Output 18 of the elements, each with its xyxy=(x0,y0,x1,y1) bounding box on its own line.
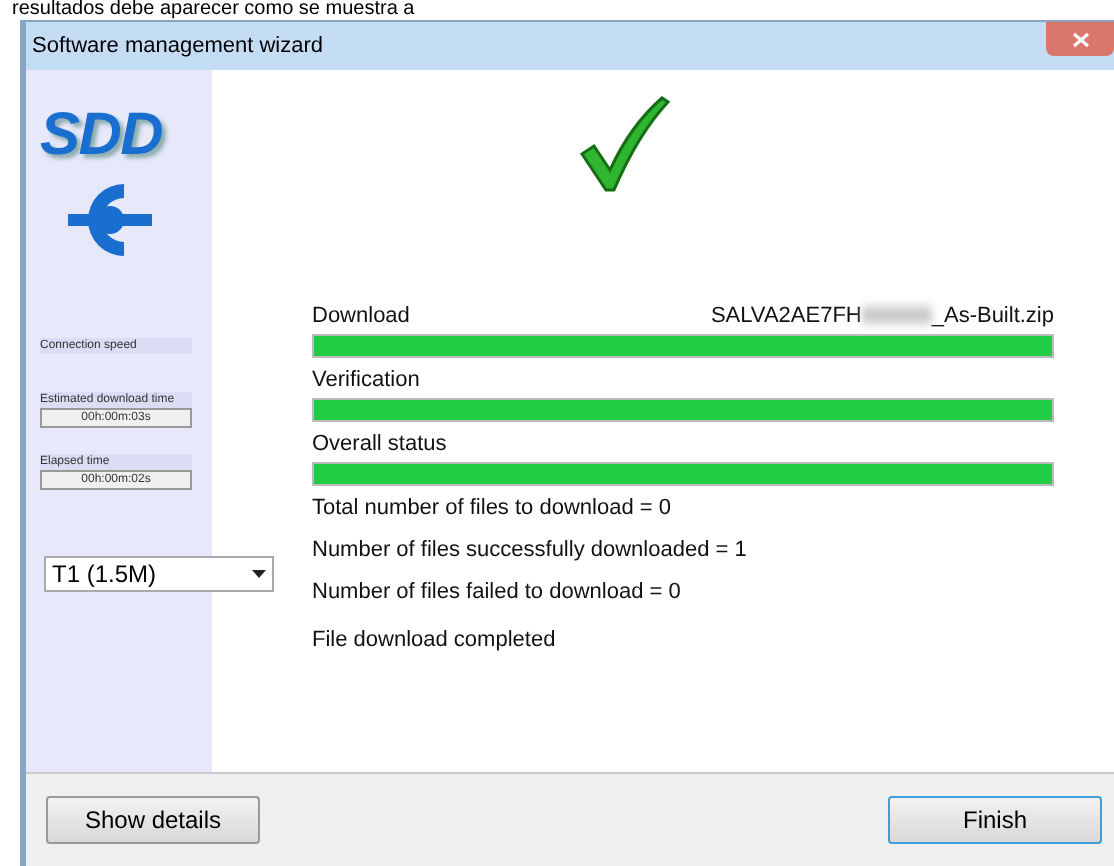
file-name: SALVA2AE7FH _As-Built.zip xyxy=(710,301,1054,331)
summary-text: Number of files successfully downloaded = 1 xyxy=(312,536,749,566)
window-title: Software management wizard xyxy=(32,31,324,62)
summary-text: Total number of files to download = 0 xyxy=(312,494,673,524)
close-icon xyxy=(1071,31,1089,47)
summary-text: Number of files failed to download = 0 xyxy=(312,578,683,608)
dropdown-arrow-icon xyxy=(252,570,266,578)
progress-label: Overall status xyxy=(312,429,447,459)
document-text: resultados debe aparecer como se muestra a xyxy=(12,0,415,20)
logo-text: SDD xyxy=(40,108,163,164)
show-details-button[interactable]: Show details xyxy=(46,796,260,844)
close-button[interactable] xyxy=(1046,22,1114,56)
checkmark-icon xyxy=(577,94,669,194)
progress-label: Download xyxy=(312,301,410,331)
finish-button[interactable]: Finish xyxy=(888,796,1102,844)
status-text: File download completed xyxy=(312,626,558,656)
progress-label: Verification xyxy=(312,365,420,395)
speed-dropdown[interactable]: T1 (1.5M) xyxy=(44,556,274,592)
